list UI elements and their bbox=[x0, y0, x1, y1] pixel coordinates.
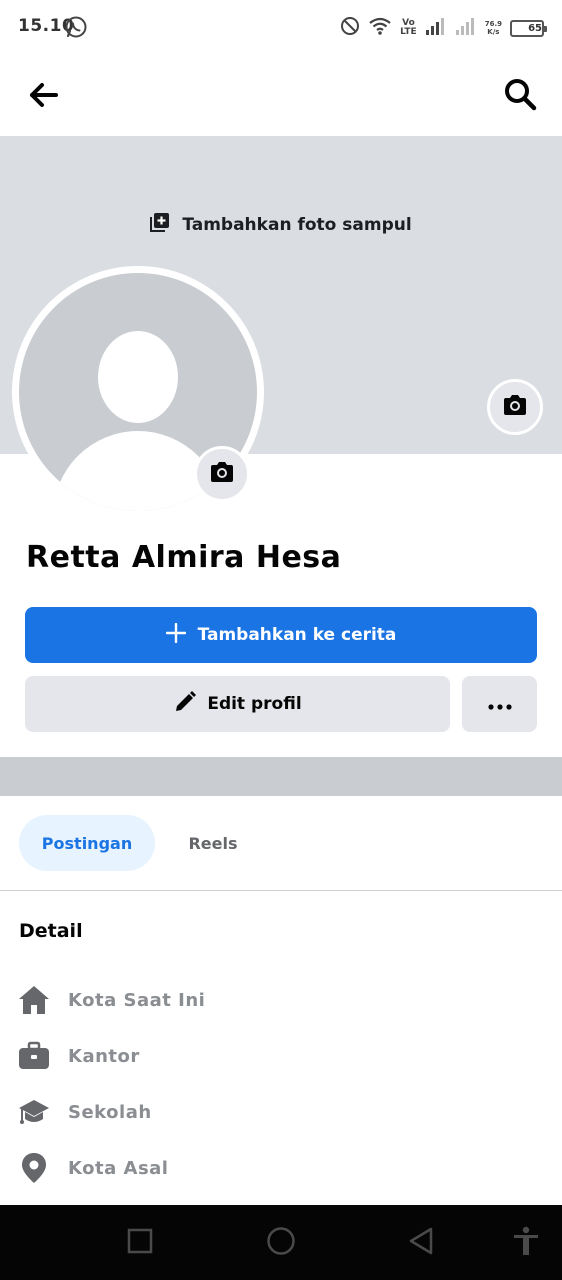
camera-icon bbox=[502, 394, 528, 420]
signal-icon bbox=[425, 16, 447, 40]
briefcase-icon bbox=[18, 1040, 50, 1072]
volte-indicator: Vo LTE bbox=[400, 19, 417, 37]
more-icon bbox=[487, 695, 512, 714]
recents-button[interactable] bbox=[122, 1225, 158, 1261]
triangle-back-icon bbox=[408, 1227, 434, 1259]
add-cover-label: Tambahkan foto sampul bbox=[182, 214, 412, 235]
add-cover-photo-button[interactable]: Tambahkan foto sampul bbox=[0, 212, 562, 237]
detail-item-workplace[interactable]: Kantor bbox=[0, 1034, 562, 1078]
details-heading: Detail bbox=[19, 920, 83, 942]
status-bar: 15.10 Vo LTE 76.9 K/s 65 bbox=[0, 0, 562, 56]
home-button[interactable] bbox=[263, 1225, 299, 1261]
edit-profile-label: Edit profil bbox=[207, 694, 302, 714]
top-bar bbox=[0, 56, 562, 136]
system-nav-bar bbox=[0, 1205, 562, 1280]
more-options-button[interactable] bbox=[462, 676, 537, 732]
search-icon bbox=[503, 77, 537, 115]
tabs-divider bbox=[0, 890, 562, 891]
arrow-left-icon bbox=[28, 82, 58, 112]
add-to-story-label: Tambahkan ke cerita bbox=[197, 625, 397, 645]
location-pin-icon bbox=[18, 1152, 50, 1184]
back-nav-button[interactable] bbox=[403, 1225, 439, 1261]
detail-label: Sekolah bbox=[68, 1101, 152, 1123]
profile-name: Retta Almira Hesa bbox=[26, 540, 342, 575]
battery-icon: 65 bbox=[510, 19, 547, 37]
do-not-disturb-icon bbox=[340, 16, 360, 40]
detail-label: Kantor bbox=[68, 1045, 140, 1067]
search-button[interactable] bbox=[500, 76, 540, 116]
detail-item-hometown[interactable]: Kota Asal bbox=[0, 1146, 562, 1190]
circle-icon bbox=[266, 1226, 296, 1260]
square-icon bbox=[127, 1228, 153, 1258]
speed-unit: K/s bbox=[487, 28, 500, 36]
battery-level: 65 bbox=[528, 22, 542, 34]
section-divider bbox=[0, 757, 562, 796]
speed-value: 76.9 bbox=[484, 20, 502, 28]
volte-bottom: LTE bbox=[400, 27, 417, 37]
detail-label: Kota Saat Ini bbox=[68, 989, 206, 1011]
status-icons: Vo LTE 76.9 K/s 65 bbox=[340, 14, 547, 42]
detail-label: Kota Asal bbox=[68, 1157, 169, 1179]
camera-icon bbox=[209, 461, 235, 487]
whatsapp-icon bbox=[64, 15, 88, 39]
tab-postingan[interactable]: Postingan bbox=[19, 815, 155, 871]
edit-profile-picture-camera-button[interactable] bbox=[194, 446, 250, 502]
add-to-story-button[interactable]: Tambahkan ke cerita bbox=[25, 607, 537, 663]
edit-cover-camera-button[interactable] bbox=[487, 379, 543, 435]
avatar-head-silhouette bbox=[98, 331, 178, 423]
signal-icon bbox=[455, 16, 477, 40]
wifi-icon bbox=[368, 16, 392, 40]
add-photo-icon bbox=[150, 212, 170, 237]
accessibility-button[interactable] bbox=[508, 1225, 544, 1261]
graduation-cap-icon bbox=[18, 1096, 50, 1128]
edit-profile-button[interactable]: Edit profil bbox=[25, 676, 450, 732]
detail-item-school[interactable]: Sekolah bbox=[0, 1090, 562, 1134]
tab-reels[interactable]: Reels bbox=[170, 815, 256, 871]
home-icon bbox=[18, 984, 50, 1016]
detail-item-current-city[interactable]: Kota Saat Ini bbox=[0, 978, 562, 1022]
network-speed: 76.9 K/s bbox=[485, 20, 502, 36]
back-button[interactable] bbox=[24, 78, 62, 116]
pencil-icon bbox=[173, 690, 197, 719]
accessibility-icon bbox=[512, 1226, 540, 1260]
plus-icon bbox=[165, 622, 186, 648]
